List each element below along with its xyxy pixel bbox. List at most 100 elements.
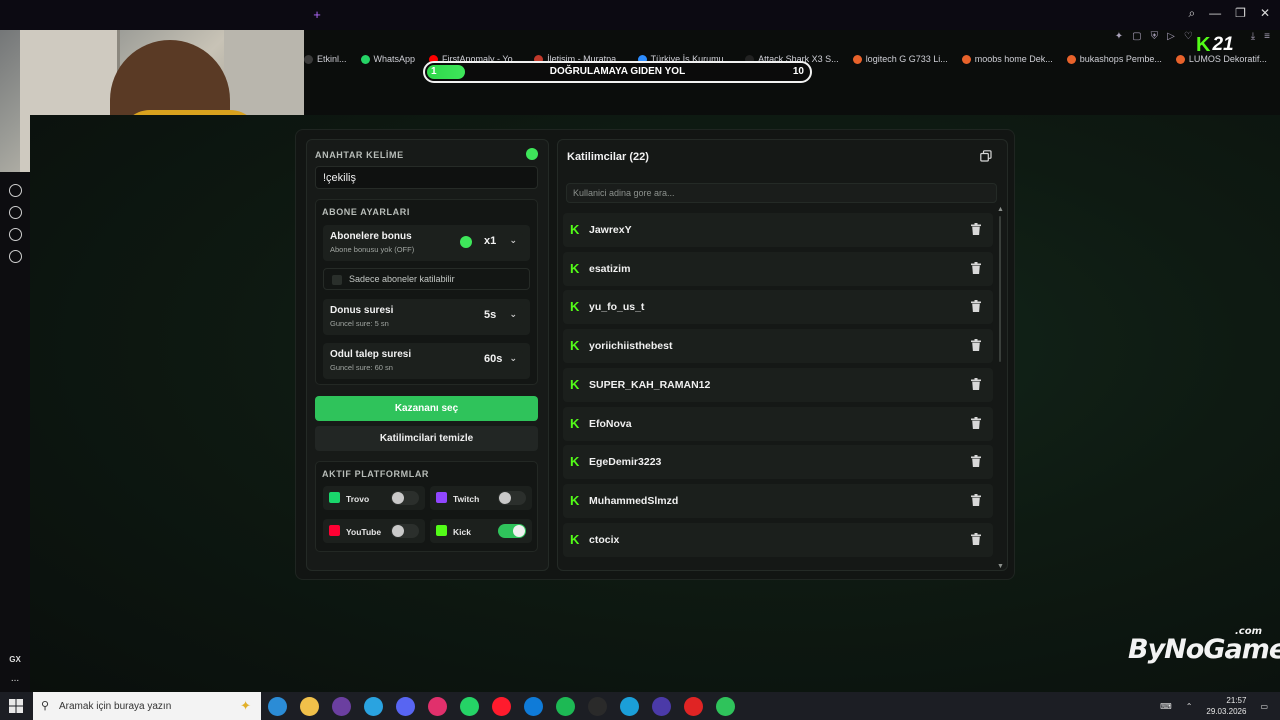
participant-row: K EfoNova (563, 406, 993, 441)
scroll-up-icon[interactable]: ▲ (997, 206, 1004, 213)
taskbar-app-icon[interactable] (364, 697, 383, 716)
chevron-down-icon: ⌄ (509, 353, 517, 363)
taskbar-search-placeholder: Aramak için buraya yazın (59, 701, 172, 712)
subs-only-option[interactable]: Sadece aboneler katilabilir (323, 268, 530, 290)
bookmark-item[interactable]: logitech G G733 Li... (852, 54, 948, 64)
trash-icon[interactable] (971, 455, 981, 468)
participant-search-input[interactable] (566, 183, 997, 203)
subs-only-checkbox[interactable] (332, 275, 342, 285)
extensions-bar: ✦ ▢ ⛨ ▷ ♡ ⤓ ≡ (1115, 31, 1270, 42)
keyword-input[interactable] (315, 166, 538, 189)
trash-icon[interactable] (971, 532, 981, 545)
bookmark-favicon-icon (961, 54, 971, 64)
participant-row: Kyoriichiisthebest (563, 329, 993, 364)
spin-duration-subtitle: Guncel sure: 5 sn (330, 319, 389, 328)
download-icon[interactable]: ⤓ (1251, 31, 1255, 42)
keyword-label: ANAHTAR KELİME (315, 150, 404, 160)
scroll-down-icon[interactable]: ▼ (997, 563, 1004, 570)
close-icon[interactable]: ✕ (1260, 6, 1270, 21)
taskbar-app-icon[interactable] (588, 697, 607, 716)
pin-icon[interactable]: ✦ (1115, 31, 1123, 42)
platform-toggle[interactable] (391, 491, 419, 505)
spin-duration-select[interactable]: 5s ⌄ (479, 306, 523, 326)
subscriber-bonus-title: Abonelere bonus (330, 231, 412, 242)
pick-winner-button[interactable]: Kazananı seç (315, 396, 538, 421)
platform-toggle[interactable] (498, 491, 526, 505)
play-icon[interactable]: ▷ (1167, 31, 1175, 42)
taskbar-app-icon[interactable] (460, 697, 479, 716)
bookmark-item[interactable]: moobs home Dek... (961, 54, 1053, 64)
copy-icon[interactable] (980, 150, 992, 162)
kick-logo-icon (436, 525, 447, 536)
participant-name: MuhammedSlmzd (589, 494, 679, 507)
bonus-status-dot[interactable] (460, 236, 472, 248)
taskbar-app-icon[interactable] (492, 697, 511, 716)
heart-icon[interactable]: ♡ (1184, 31, 1193, 42)
claim-duration-select[interactable]: 60s ⌄ (479, 350, 523, 370)
trash-icon[interactable] (971, 261, 981, 274)
taskbar-time: 21:57 (1226, 696, 1247, 705)
platform-toggle[interactable] (391, 524, 419, 538)
taskbar-app-icon[interactable] (620, 697, 639, 716)
clear-participants-button[interactable]: Katilimcilari temizle (315, 426, 538, 451)
taskbar-app-icon[interactable] (428, 697, 447, 716)
taskbar-search[interactable]: ⚲ Aramak için buraya yazın ✦ (33, 692, 261, 720)
keyboard-icon[interactable]: ⌨ (1160, 702, 1172, 711)
bookmark-item[interactable]: bukashops Pembe... (1066, 54, 1162, 64)
notification-icon[interactable]: ▭ (1260, 702, 1268, 711)
browser-tab-strip (0, 0, 1280, 30)
taskbar-app-icon[interactable] (556, 697, 575, 716)
new-tab-button[interactable]: + (310, 8, 324, 22)
trash-icon[interactable] (971, 223, 981, 235)
bookmark-item[interactable]: LUMOS Dekoratif... (1175, 54, 1267, 64)
bonus-multiplier-select[interactable]: x1 ⌄ (479, 232, 523, 252)
taskbar-app-icon[interactable] (300, 697, 319, 716)
shield-icon[interactable]: ⛨ (1151, 31, 1159, 42)
taskbar-app-icon[interactable] (524, 697, 543, 716)
kick-logo-icon: K (570, 415, 580, 431)
toggle-knob (499, 492, 511, 504)
trash-icon[interactable] (971, 377, 981, 390)
taskbar-app-icon[interactable] (396, 697, 415, 716)
participant-row: K EgeDemir3223 (563, 445, 993, 480)
bookmark-item[interactable]: WhatsApp (360, 54, 416, 64)
participant-name: EgeDemir3223 (589, 456, 662, 469)
taskbar-clock[interactable]: 21:57 29.03.2026 (1206, 695, 1246, 717)
trovo-logo-icon (329, 492, 340, 503)
bookmark-label: bukashops Pembe... (1079, 54, 1162, 64)
spin-duration-title: Donus suresi (330, 305, 394, 316)
taskbar-app-icon[interactable] (716, 697, 735, 716)
player-icon[interactable] (8, 184, 22, 197)
trash-icon[interactable] (971, 416, 981, 429)
minimize-icon[interactable]: — (1209, 6, 1221, 21)
taskbar-app-icon[interactable] (332, 697, 351, 716)
windows-start-icon[interactable] (9, 699, 23, 713)
subscriber-bonus-subtitle: Abone bonusu yok (OFF) (330, 245, 415, 254)
subscriber-bonus-row: Abonelere bonus Abone bonusu yok (OFF) x… (323, 225, 530, 261)
participants-scroll-thumb[interactable] (999, 216, 1001, 362)
bookmark-item[interactable]: Etkinl... (304, 54, 347, 64)
extensions-icon[interactable] (8, 228, 22, 241)
search-icon[interactable]: ⌕ (1188, 6, 1195, 21)
taskbar-app-icon[interactable] (268, 697, 287, 716)
platform-toggle[interactable] (498, 524, 526, 538)
menu-icon[interactable]: ≡ (1264, 31, 1270, 42)
kick-logo-icon: K (570, 338, 580, 354)
taskbar-app-icon[interactable] (652, 697, 671, 716)
claim-duration-row: Odul talep suresi Guncel sure: 60 sn 60s… (323, 343, 530, 379)
bookmark-label: WhatsApp (373, 54, 416, 64)
more-icon[interactable]: ... (0, 673, 30, 684)
chevron-up-icon[interactable]: ⌃ (1186, 702, 1193, 711)
snapshot-icon[interactable]: ▢ (1132, 31, 1141, 42)
platform-name: YouTube (346, 527, 382, 537)
trash-icon[interactable] (971, 300, 981, 313)
maximize-icon[interactable]: ❐ (1235, 6, 1246, 21)
kick-logo-icon: K (570, 376, 580, 392)
history-icon[interactable] (8, 206, 22, 219)
trash-icon[interactable] (971, 339, 981, 352)
subscriber-settings-title: ABONE AYARLARI (322, 207, 410, 217)
settings-icon[interactable] (8, 250, 22, 263)
participant-name: esatizim (589, 262, 631, 275)
trash-icon[interactable] (971, 493, 981, 506)
taskbar-app-icon[interactable] (684, 697, 703, 716)
